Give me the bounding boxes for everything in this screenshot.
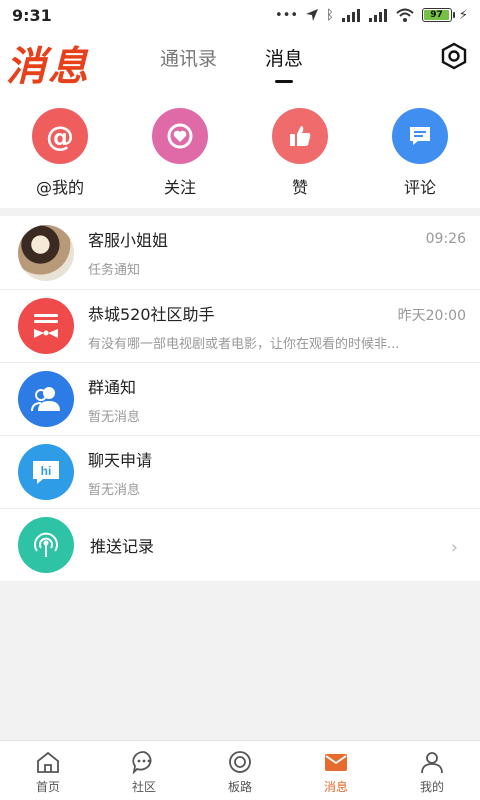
status-icons: ••• ᛒ 97 ⚡ [275, 8, 468, 23]
mail-icon [325, 754, 347, 771]
bowtie-avatar [18, 298, 74, 354]
quick-like[interactable]: 赞 [255, 108, 345, 198]
message-subtitle: 暂无消息 [88, 482, 141, 498]
signal-icon [341, 9, 360, 22]
push-record-row[interactable]: 推送记录 › [0, 508, 480, 581]
quick-at-me[interactable]: @ @我的 [15, 108, 105, 198]
message-row-customer-service[interactable]: 客服小姐姐 任务通知 09:26 [0, 216, 480, 289]
nav-board[interactable]: 板路 [192, 741, 288, 800]
more-dots-icon: ••• [275, 7, 299, 23]
message-title: 客服小姐姐 [88, 231, 169, 250]
message-row-chat-request[interactable]: hi 聊天申请 暂无消息 [0, 435, 480, 508]
target-icon [229, 751, 251, 773]
svg-text:hi: hi [41, 464, 52, 478]
comment-icon [392, 108, 448, 164]
chevron-right-icon: › [450, 537, 458, 558]
nav-mine[interactable]: 我的 [384, 741, 480, 800]
group-icon [18, 371, 74, 427]
location-icon [306, 9, 319, 21]
quick-label: 赞 [291, 178, 308, 197]
message-text: 群通知 暂无消息 [88, 374, 480, 425]
brand-logo: 消息 [6, 43, 90, 90]
header-tabs: 通讯录 消息 [160, 44, 303, 71]
message-text: 聊天申请 暂无消息 [88, 447, 480, 498]
message-title: 聊天申请 [88, 450, 153, 470]
tab-messages[interactable]: 消息 [265, 44, 303, 71]
hi-chat-icon: hi [18, 444, 74, 500]
message-subtitle: 暂无消息 [88, 409, 141, 425]
message-subtitle: 有没有哪一部电视剧或者电影，让你在观看的时候非... [88, 336, 400, 352]
nav-label: 我的 [419, 780, 444, 794]
status-bar: 9:31 ••• ᛒ 97 ⚡ [0, 0, 480, 30]
nav-community[interactable]: 社区 [96, 741, 192, 800]
broadcast-icon [18, 517, 74, 573]
message-text: 客服小姐姐 任务通知 [88, 227, 480, 278]
signal-icon-2 [368, 9, 387, 22]
tab-contacts[interactable]: 通讯录 [160, 44, 217, 71]
message-title: 群通知 [88, 377, 137, 397]
photo-avatar [18, 224, 74, 281]
user-icon [421, 752, 443, 774]
quick-actions: @ @我的 关注 赞 评论 [0, 90, 480, 208]
settings-hexagon-icon[interactable] [440, 42, 468, 70]
chat-bubble-icon [132, 751, 152, 774]
app-header: 消息 通讯录 消息 [0, 30, 480, 90]
wifi-icon [396, 8, 414, 22]
nav-label: 首页 [35, 780, 60, 794]
charging-icon: ⚡ [458, 7, 468, 23]
message-subtitle: 任务通知 [88, 263, 141, 278]
quick-label: 关注 [163, 178, 196, 197]
heart-icon [152, 108, 208, 164]
thumbs-up-icon [272, 108, 328, 164]
nav-label: 社区 [131, 780, 156, 794]
message-list: 客服小姐姐 任务通知 09:26 恭城520社区助手 有没有哪一部电视剧或者电影… [0, 216, 480, 581]
nav-messages[interactable]: 消息 [288, 741, 384, 800]
quick-follow[interactable]: 关注 [135, 108, 225, 198]
quick-label: @我的 [35, 178, 84, 197]
bottom-nav: 首页 社区 板路 消息 我的 [0, 740, 480, 800]
nav-label: 消息 [323, 780, 348, 794]
at-icon: @ [32, 108, 88, 164]
nav-label: 板路 [227, 780, 252, 794]
quick-comment[interactable]: 评论 [375, 108, 465, 198]
battery-level: 97 [423, 10, 450, 20]
push-record-label: 推送记录 [90, 537, 155, 556]
message-time: 09:26 [425, 231, 466, 247]
home-icon [37, 751, 59, 773]
status-time: 9:31 [12, 5, 52, 25]
quick-label: 评论 [403, 178, 436, 197]
message-time: 昨天20:00 [397, 308, 466, 324]
message-row-group-notice[interactable]: 群通知 暂无消息 [0, 362, 480, 435]
battery-icon: 97 [421, 8, 455, 22]
nav-home[interactable]: 首页 [0, 741, 96, 800]
message-row-community-assistant[interactable]: 恭城520社区助手 有没有哪一部电视剧或者电影，让你在观看的时候非... 昨天2… [0, 289, 480, 362]
bluetooth-icon: ᛒ [326, 7, 334, 23]
